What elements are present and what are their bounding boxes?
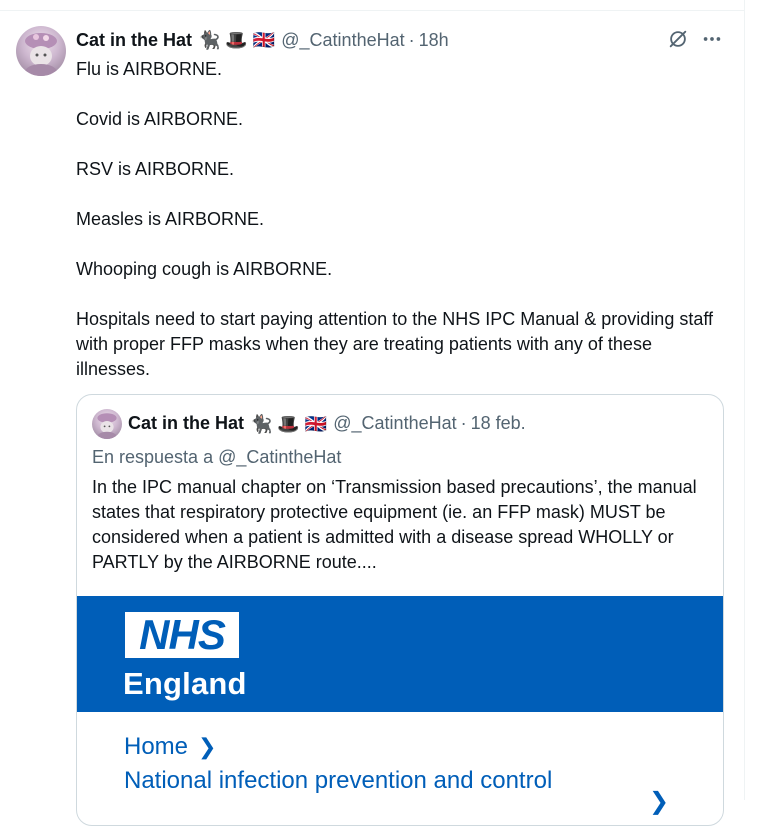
tweet-paragraph: Covid is AIRBORNE. — [76, 109, 244, 129]
tweet-text: Flu is AIRBORNE. Covid is AIRBORNE. RSV … — [76, 57, 726, 382]
chevron-right-icon: ❯ — [649, 788, 670, 815]
author-name[interactable]: Cat in the Hat — [76, 30, 192, 51]
quoted-author-handle: @_CatintheHat — [333, 413, 457, 433]
more-icon[interactable] — [699, 26, 725, 52]
top-edge — [0, 0, 744, 11]
separator-dot: · — [460, 413, 467, 433]
author-emojis: 🐈‍⬛ 🎩 🇬🇧 — [198, 30, 276, 50]
separator-dot: · — [408, 29, 415, 50]
grok-icon[interactable] — [665, 26, 691, 52]
tweet-paragraph: Flu is AIRBORNE. — [76, 59, 223, 79]
nhs-breadcrumb-home: Home — [124, 733, 189, 760]
nhs-breadcrumb: Home ❯ — [124, 733, 216, 761]
reply-to-label: En respuesta a @_CatintheHat — [92, 447, 342, 467]
tweet-header: Cat in the Hat 🐈‍⬛ 🎩 🇬🇧 @_CatintheHat · … — [76, 28, 449, 52]
quoted-tweet[interactable]: Cat in the Hat 🐈‍⬛ 🎩 🇬🇧 @_CatintheHat · … — [76, 394, 724, 826]
quoted-tweet-date: 18 feb. — [470, 413, 526, 433]
tweet-paragraph: RSV is AIRBORNE. — [76, 159, 235, 179]
column-border — [744, 0, 745, 800]
quoted-author-name: Cat in the Hat — [128, 413, 245, 433]
nhs-banner-image[interactable]: NHS England — [77, 596, 723, 712]
quoted-tweet-text: In the IPC manual chapter on ‘Transmissi… — [92, 477, 697, 572]
quoted-author-avatar[interactable] — [92, 409, 122, 439]
quoted-tweet-header: Cat in the Hat 🐈‍⬛ 🎩 🇬🇧 @_CatintheHat · … — [128, 413, 526, 434]
nhs-page-title: National infection prevention and contro… — [124, 767, 553, 794]
tweet-time[interactable]: 18h — [419, 30, 449, 51]
tweet-paragraph: Measles is AIRBORNE. — [76, 209, 265, 229]
chevron-right-icon: ❯ — [198, 734, 217, 759]
nhs-logo: NHS — [125, 612, 239, 658]
author-avatar[interactable] — [16, 26, 66, 76]
tweet-paragraph: Hospitals need to start paying attention… — [76, 309, 714, 379]
tweet-paragraph: Whooping cough is AIRBORNE. — [76, 259, 333, 279]
nhs-logo-text: NHS — [139, 611, 226, 658]
author-handle[interactable]: @_CatintheHat — [281, 30, 404, 51]
nhs-org-name: England — [123, 666, 247, 701]
quoted-author-emojis: 🐈‍⬛ 🎩 🇬🇧 — [250, 413, 328, 434]
